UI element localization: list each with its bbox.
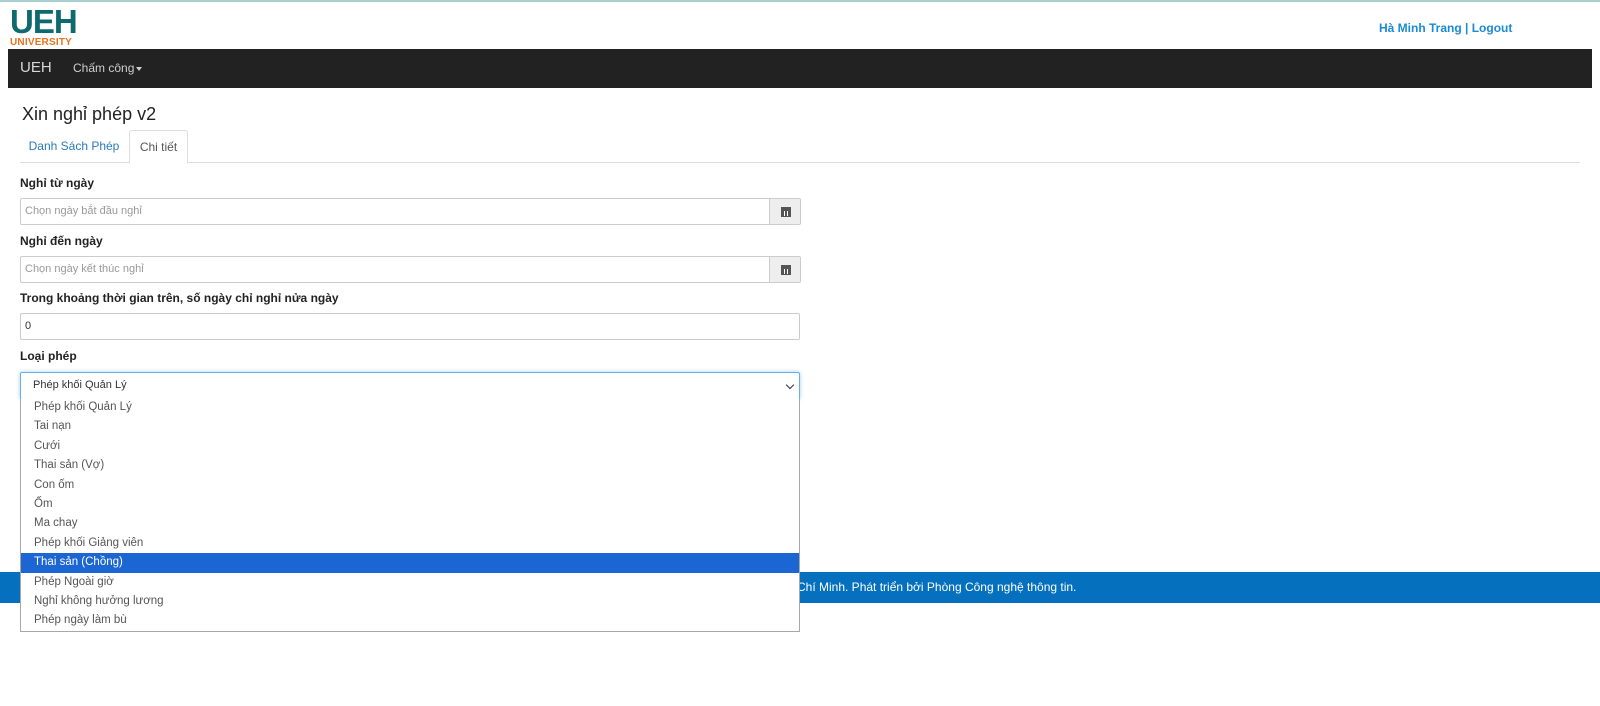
footer-text: Chí Minh. Phát triển bởi Phòng Công nghệ… — [797, 580, 1077, 594]
leave-type-selected-value: Phép khối Quản Lý — [33, 379, 127, 391]
half-day-input[interactable]: 0 — [20, 313, 800, 340]
from-date-label: Nghỉ từ ngày — [20, 176, 95, 190]
nav-menu-cham-cong[interactable]: Chấm công — [73, 61, 143, 75]
nav-menu-label: Chấm công — [73, 61, 135, 75]
chevron-down-icon — [785, 380, 795, 390]
dropdown-option[interactable]: Cưới — [21, 437, 799, 456]
leave-type-select[interactable]: Phép khối Quản Lý — [20, 372, 800, 399]
caret-down-icon — [136, 66, 143, 71]
leave-type-dropdown: Phép khối Quản Lý Tai nạn Cưới Thai sản … — [20, 398, 800, 632]
dropdown-option-highlighted[interactable]: Thai sản (Chồng) — [21, 553, 799, 573]
dropdown-option[interactable]: Phép khối Quản Lý — [21, 398, 799, 417]
calendar-icon — [781, 265, 791, 275]
logo-main-text: UEH — [10, 3, 78, 40]
dropdown-option[interactable]: Tai nạn — [21, 417, 799, 436]
page-title: Xin nghỉ phép v2 — [22, 104, 157, 124]
to-date-input[interactable]: Chọn ngày kết thúc nghỉ — [20, 256, 770, 283]
dropdown-option[interactable]: Phép khối Giảng viên — [21, 534, 799, 553]
calendar-icon — [781, 207, 791, 217]
top-border — [0, 0, 1600, 2]
dropdown-option[interactable]: Ốm — [21, 495, 799, 514]
to-date-calendar-button[interactable] — [769, 256, 801, 283]
half-day-label: Trong khoảng thời gian trên, số ngày chỉ… — [20, 291, 339, 305]
from-date-calendar-button[interactable] — [769, 198, 801, 225]
tab-danh-sach-phep[interactable]: Danh Sách Phép — [20, 130, 128, 163]
user-links: Hà Minh Trang | Logout — [1379, 21, 1512, 35]
dropdown-option[interactable]: Nghỉ không hưởng lương — [21, 592, 799, 611]
dropdown-option[interactable]: Phép Ngoài giờ — [21, 573, 799, 592]
user-links-separator: | — [1461, 21, 1472, 35]
main-navbar: UEH Chấm công — [8, 49, 1592, 88]
dropdown-option[interactable]: Thai sản (Vợ) — [21, 456, 799, 475]
tab-chi-tiet[interactable]: Chi tiết — [129, 130, 188, 164]
dropdown-option[interactable]: Phép ngày làm bù — [21, 611, 799, 630]
user-name-link[interactable]: Hà Minh Trang — [1379, 21, 1462, 35]
leave-type-label: Loại phép — [20, 349, 77, 363]
dropdown-option[interactable]: Con ốm — [21, 476, 799, 495]
logo-sub-text: UNIVERSITY — [10, 37, 73, 48]
tab-bar: Danh Sách Phép Chi tiết — [20, 130, 1580, 164]
from-date-input[interactable]: Chọn ngày bắt đầu nghỉ — [20, 198, 770, 225]
dropdown-option[interactable]: Ma chay — [21, 514, 799, 533]
logout-link[interactable]: Logout — [1472, 21, 1513, 35]
ueh-logo[interactable]: UEH UNIVERSITY — [10, 3, 80, 48]
navbar-brand[interactable]: UEH — [20, 59, 52, 76]
to-date-label: Nghỉ đến ngày — [20, 234, 103, 248]
